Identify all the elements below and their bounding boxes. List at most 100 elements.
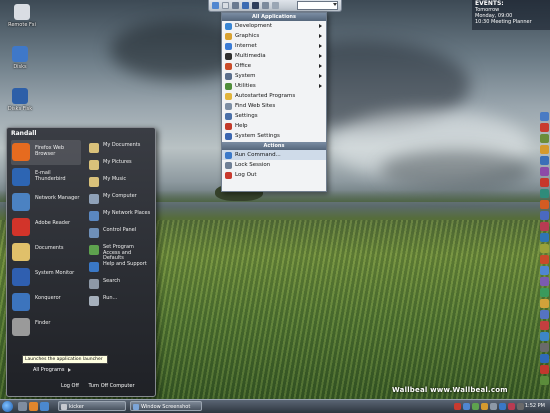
dock-app-icon[interactable] [540, 123, 549, 132]
dock-app-icon[interactable] [540, 376, 549, 385]
tools-icon[interactable] [232, 2, 239, 9]
menu-item[interactable]: System Settings [222, 131, 326, 141]
dock-app-icon[interactable] [540, 222, 549, 231]
pinned-program[interactable]: Adobe Reader [11, 215, 81, 240]
all-programs-button[interactable]: All Programs [33, 367, 71, 373]
tray-icon[interactable] [517, 403, 524, 410]
dock-app-icon[interactable] [540, 178, 549, 187]
globe-icon[interactable] [242, 2, 249, 9]
network-icon[interactable] [499, 403, 506, 410]
task-label: Window Screenshot [141, 404, 191, 410]
dock-app-icon[interactable] [540, 288, 549, 297]
volume-icon[interactable] [490, 403, 497, 410]
place-item[interactable]: My Music [87, 174, 151, 191]
menu-item[interactable]: Graphics [222, 31, 326, 41]
pinned-program[interactable]: Finder [11, 315, 81, 340]
task-label: kicker [69, 404, 84, 410]
place-item[interactable]: My Pictures [87, 157, 151, 174]
turn-off-button[interactable]: Turn Off Computer [89, 383, 135, 389]
drive-icon [12, 46, 28, 62]
tray-icon[interactable] [472, 403, 479, 410]
logoff-button[interactable]: Log Off [61, 383, 79, 389]
action-item[interactable]: Run Command... [222, 150, 326, 160]
desktop-icon-disk-fisk[interactable]: Disks Fisk [2, 88, 38, 112]
dock-app-icon[interactable] [540, 134, 549, 143]
tray-icon[interactable] [454, 403, 461, 410]
place-item[interactable]: Set Program Access and Defaults [87, 242, 151, 261]
menu-item[interactable]: Multimedia [222, 51, 326, 61]
place-item[interactable]: Help and Support [87, 259, 151, 276]
place-item[interactable]: My Network Places [87, 208, 151, 225]
home-icon[interactable] [212, 2, 219, 9]
pinned-program[interactable]: E-mail Thunderbird [11, 165, 81, 190]
dock-app-icon[interactable] [540, 189, 549, 198]
menu-item[interactable]: Help [222, 121, 326, 131]
dock-app-icon[interactable] [540, 167, 549, 176]
desktop-icon-disks[interactable]: Disks [2, 46, 38, 70]
pinned-program-label: Adobe Reader [35, 220, 71, 226]
dock-app-icon[interactable] [540, 310, 549, 319]
dock-app-icon[interactable] [540, 365, 549, 374]
dock-app-icon[interactable] [540, 112, 549, 121]
menu-item-label: Settings [235, 113, 258, 119]
computer-icon [89, 194, 99, 204]
dock-app-icon[interactable] [540, 156, 549, 165]
dock-app-icon[interactable] [540, 332, 549, 341]
menu-item-label: Office [235, 63, 252, 69]
tray-icon[interactable] [481, 403, 488, 410]
dock-app-icon[interactable] [540, 299, 549, 308]
terminal-icon[interactable] [40, 402, 49, 411]
menu-item[interactable]: Internet [222, 41, 326, 51]
action-item[interactable]: Lock Session [222, 160, 326, 170]
clock[interactable]: 1:52 PM [525, 401, 545, 412]
pinned-program[interactable]: Firefox Web Browser [11, 140, 81, 165]
menu-item[interactable]: Settings [222, 111, 326, 121]
desktop-icon-remote[interactable]: Remote Fsi [4, 4, 40, 28]
place-item[interactable]: My Documents [87, 140, 151, 157]
dock-app-icon[interactable] [540, 244, 549, 253]
pinned-program[interactable]: System Monitor [11, 265, 81, 290]
dock-app-icon[interactable] [540, 343, 549, 352]
pinned-program[interactable]: Konqueror [11, 290, 81, 315]
place-item[interactable]: My Computer [87, 191, 151, 208]
menu-item-label: Graphics [235, 33, 260, 39]
dock-app-icon[interactable] [540, 233, 549, 242]
place-item-label: Run... [103, 295, 118, 301]
app-launcher-icon[interactable] [252, 2, 259, 9]
dock-app-icon[interactable] [540, 200, 549, 209]
desktop-icon[interactable] [18, 402, 27, 411]
menu-item[interactable]: System [222, 71, 326, 81]
place-item[interactable]: Control Panel [87, 225, 151, 242]
place-item[interactable]: Search [87, 276, 151, 293]
search-input[interactable] [297, 1, 338, 10]
run-icon [89, 296, 99, 306]
tray-icon[interactable] [463, 403, 470, 410]
browser-icon[interactable] [29, 402, 38, 411]
dock-app-icon[interactable] [540, 266, 549, 275]
menu-item[interactable]: Development [222, 21, 326, 31]
chevron-right-icon [319, 74, 322, 78]
pinned-program[interactable]: Network Manager [11, 190, 81, 215]
dock-app-icon[interactable] [540, 145, 549, 154]
dock-app-icon[interactable] [540, 321, 549, 330]
search-icon[interactable] [262, 2, 269, 9]
chevron-down-icon[interactable] [333, 3, 337, 6]
task-button[interactable]: Window Screenshot [130, 401, 202, 411]
menu-item[interactable]: Autostarted Programs [222, 91, 326, 101]
start-button[interactable] [2, 401, 13, 412]
menu-item[interactable]: Utilities [222, 81, 326, 91]
settings-icon[interactable] [272, 2, 279, 9]
dock-app-icon[interactable] [540, 211, 549, 220]
chevron-right-icon [67, 367, 71, 372]
tray-icon[interactable] [508, 403, 515, 410]
menu-item[interactable]: Find Web Sites [222, 101, 326, 111]
action-item[interactable]: Log Out [222, 170, 326, 180]
dock-app-icon[interactable] [540, 354, 549, 363]
pinned-program[interactable]: Documents [11, 240, 81, 265]
task-button[interactable]: kicker [58, 401, 126, 411]
dock-app-icon[interactable] [540, 277, 549, 286]
window-icon[interactable] [222, 2, 229, 9]
dock-app-icon[interactable] [540, 255, 549, 264]
menu-item[interactable]: Office [222, 61, 326, 71]
place-item[interactable]: Run... [87, 293, 151, 310]
